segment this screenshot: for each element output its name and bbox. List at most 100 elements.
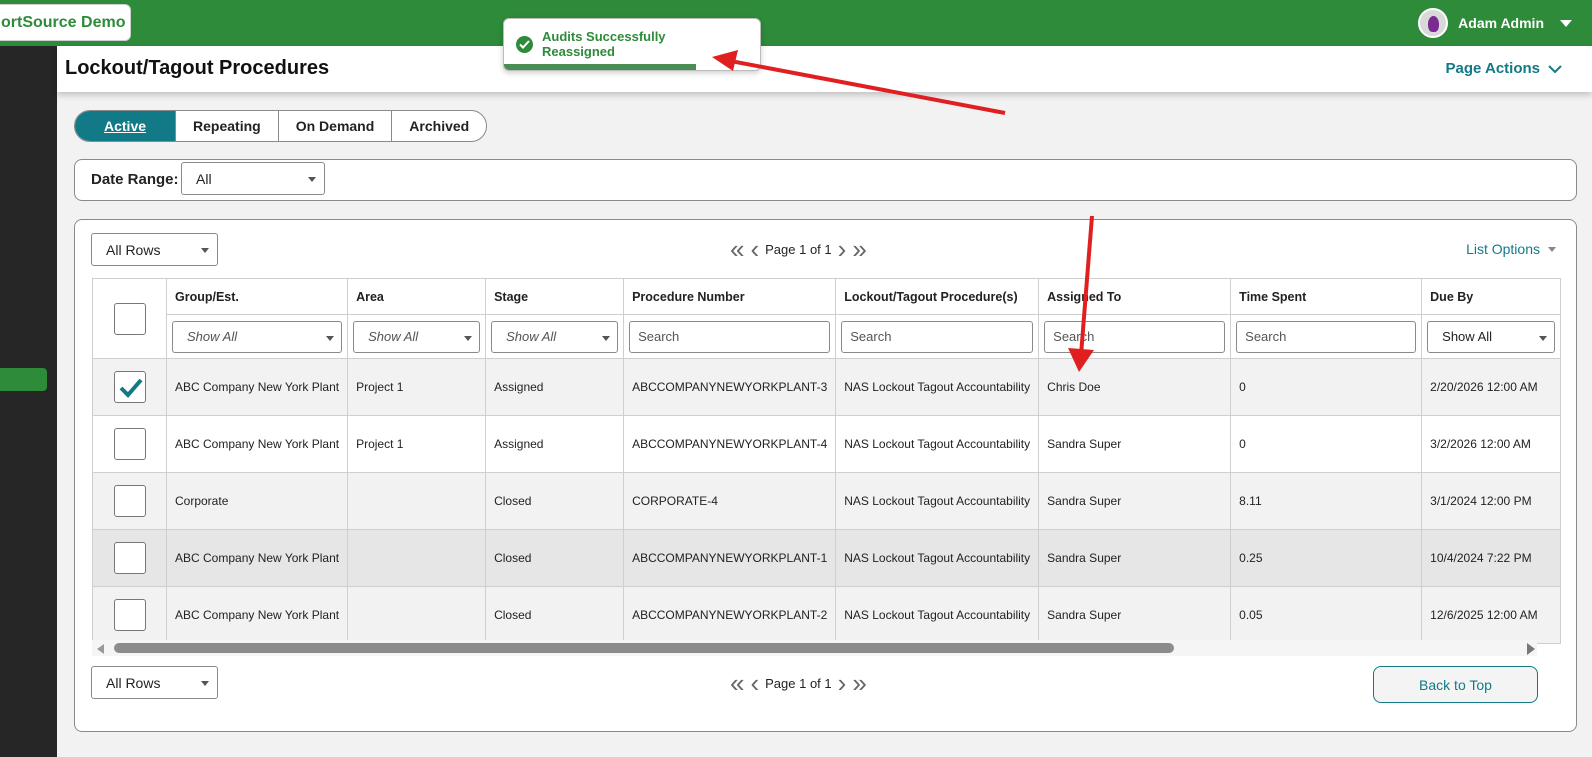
- filter-cell: Search: [835, 314, 1040, 359]
- column-header[interactable]: Assigned To: [1038, 278, 1232, 315]
- table-cell: NAS Lockout Tagout Accountability: [835, 586, 1040, 644]
- select-all-checkbox[interactable]: [113, 302, 146, 335]
- first-page-icon[interactable]: «: [730, 670, 744, 696]
- header-row: Group/Est. Area Stage Procedure Number L…: [92, 278, 1562, 359]
- first-page-icon[interactable]: «: [730, 236, 744, 262]
- list-options-button[interactable]: List Options: [1466, 241, 1556, 257]
- time-spent-search-input[interactable]: Search: [1236, 320, 1417, 353]
- list-options-label[interactable]: List Options: [1466, 241, 1540, 257]
- user-menu[interactable]: Adam Admin: [1418, 8, 1572, 38]
- column-header[interactable]: Area: [347, 278, 487, 315]
- table-cell: 10/4/2024 7:22 PM: [1421, 529, 1562, 587]
- table-row[interactable]: ABC Company New York Plant Project 1 Assig…: [92, 358, 1562, 416]
- next-page-icon[interactable]: ›: [838, 236, 847, 262]
- back-to-top-button[interactable]: Back to Top: [1373, 666, 1538, 703]
- caret-down-icon: [201, 680, 209, 686]
- date-range-label: Date Range:: [91, 171, 179, 188]
- table-cell: CORPORATE-4: [623, 472, 837, 530]
- prev-page-icon[interactable]: ‹: [750, 670, 759, 696]
- caret-down-icon[interactable]: [1548, 246, 1556, 252]
- table-cell: [347, 472, 487, 530]
- table-cell: Project 1: [347, 358, 487, 416]
- assigned-to-search-input[interactable]: Search: [1044, 320, 1226, 353]
- column-header[interactable]: Time Spent: [1230, 278, 1423, 315]
- table-cell: 0.25: [1230, 529, 1423, 587]
- list-panel: All Rows « ‹ Page 1 of 1 › » List Option…: [74, 219, 1577, 732]
- column-header[interactable]: Due By: [1421, 278, 1562, 315]
- table-cell: Sandra Super: [1038, 529, 1232, 587]
- caret-down-icon: [602, 335, 611, 341]
- chevron-down-icon[interactable]: [1560, 19, 1572, 27]
- scrollbar-thumb[interactable]: [114, 643, 1174, 653]
- table-row[interactable]: Corporate Closed CORPORATE-4 NAS Lockout Ta…: [92, 472, 1562, 530]
- table-cell: 2/20/2026 12:00 AM: [1421, 358, 1562, 416]
- filter-cell: Search: [1038, 314, 1232, 359]
- toast-message: Audits Successfully Reassigned: [542, 29, 666, 59]
- table-cell: ABC Company New York Plant: [165, 529, 349, 587]
- table-row[interactable]: ABC Company New York Plant Closed ABCCOMPA…: [92, 529, 1562, 587]
- column-header[interactable]: Lockout/Tagout Procedure(s): [835, 278, 1040, 315]
- page-title: Lockout/Tagout Procedures: [65, 57, 330, 79]
- page-actions-button[interactable]: Page Actions: [1446, 60, 1562, 77]
- row-select-cell: [92, 358, 167, 416]
- table-cell: Closed: [485, 472, 625, 530]
- row-select-cell: [92, 529, 167, 587]
- stage-filter-select[interactable]: Show All: [491, 320, 619, 353]
- due-by-filter-select[interactable]: Show All: [1427, 320, 1556, 353]
- prev-page-icon[interactable]: ‹: [750, 236, 759, 262]
- scroll-left-icon[interactable]: [97, 644, 104, 654]
- table-cell: 3/2/2026 12:00 AM: [1421, 415, 1562, 473]
- row-checkbox[interactable]: [113, 599, 146, 631]
- table-cell: NAS Lockout Tagout Accountability: [835, 529, 1040, 587]
- table-row[interactable]: ABC Company New York Plant Closed ABCCOMPA…: [92, 586, 1562, 644]
- checkmark-icon: [119, 378, 143, 398]
- column-header[interactable]: Procedure Number: [623, 278, 837, 315]
- table-cell: Closed: [485, 586, 625, 644]
- filter-cell: Search: [1230, 314, 1423, 359]
- table-row[interactable]: ABC Company New York Plant Project 1 Assig…: [92, 415, 1562, 473]
- filter-cell: Show All: [485, 314, 625, 359]
- table-cell: 12/6/2025 12:00 AM: [1421, 586, 1562, 644]
- row-checkbox[interactable]: [113, 371, 146, 403]
- date-range-select[interactable]: All: [181, 162, 325, 195]
- group-filter-select[interactable]: Show All: [172, 320, 343, 353]
- column-header[interactable]: Stage: [485, 278, 625, 315]
- status-tabs: Active Repeating On Demand Archived: [74, 110, 488, 142]
- procedure-search-input[interactable]: Search: [841, 320, 1034, 353]
- brand-logo[interactable]: ortSource Demo: [0, 4, 131, 41]
- table-cell: 3/1/2024 12:00 PM: [1421, 472, 1562, 530]
- row-checkbox[interactable]: [113, 542, 146, 574]
- top-bar: ortSource Demo Adam Admin: [0, 0, 1592, 46]
- table-cell: ABCCOMPANYNEWYORKPLANT-2: [623, 586, 837, 644]
- user-name[interactable]: Adam Admin: [1458, 15, 1544, 31]
- row-checkbox[interactable]: [113, 485, 146, 517]
- tab-archived[interactable]: Archived: [391, 111, 486, 141]
- tab-on-demand[interactable]: On Demand: [277, 111, 392, 141]
- last-page-icon[interactable]: »: [852, 236, 866, 262]
- filter-value: Show All: [187, 329, 238, 344]
- avatar[interactable]: [1418, 8, 1449, 38]
- rows-select-bottom[interactable]: All Rows: [91, 666, 218, 699]
- tab-repeating[interactable]: Repeating: [175, 111, 278, 141]
- tab-active[interactable]: Active: [75, 111, 176, 141]
- filter-value: Show All: [506, 329, 557, 344]
- filter-placeholder: Search: [638, 329, 680, 344]
- column-header[interactable]: Group/Est.: [165, 278, 349, 315]
- scroll-right-icon[interactable]: [1527, 643, 1535, 655]
- rows-select-top[interactable]: All Rows: [91, 233, 218, 266]
- chevron-down-icon[interactable]: [1548, 64, 1562, 74]
- caret-down-icon: [201, 247, 209, 253]
- row-select-cell: [92, 415, 167, 473]
- area-filter-select[interactable]: Show All: [353, 320, 481, 353]
- row-checkbox[interactable]: [113, 428, 146, 460]
- table-cell: Sandra Super: [1038, 415, 1232, 473]
- sidebar-active-item[interactable]: [0, 368, 47, 391]
- page-actions-label[interactable]: Page Actions: [1446, 60, 1540, 77]
- table-cell: Sandra Super: [1038, 472, 1232, 530]
- procedure-number-search-input[interactable]: Search: [629, 320, 831, 353]
- table-cell: [347, 586, 487, 644]
- check-circle-icon: [516, 36, 533, 53]
- next-page-icon[interactable]: ›: [838, 670, 847, 696]
- horizontal-scrollbar[interactable]: [92, 640, 1537, 656]
- last-page-icon[interactable]: »: [852, 670, 866, 696]
